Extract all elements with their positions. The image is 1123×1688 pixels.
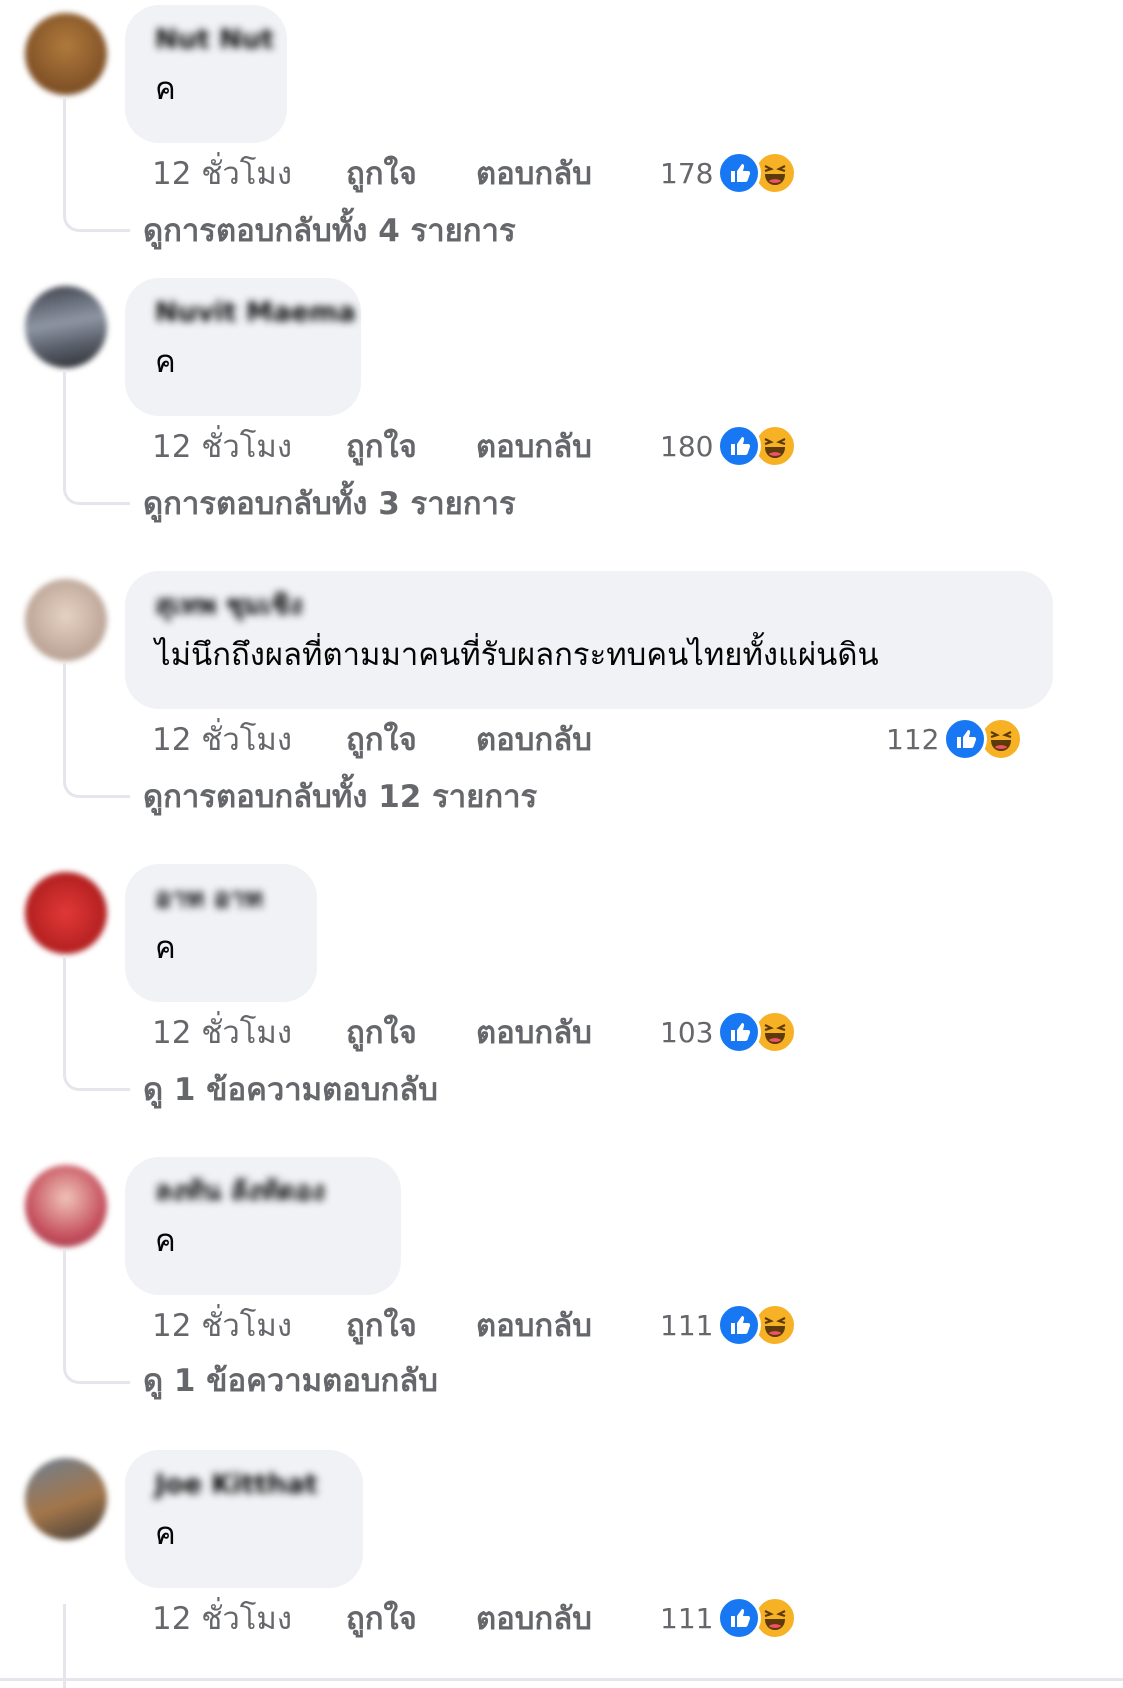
comment-author[interactable]: อาท อาท xyxy=(155,880,289,918)
like-button[interactable]: ถูกใจ xyxy=(346,421,476,471)
thread-connector xyxy=(63,956,130,1091)
like-icon xyxy=(717,1010,762,1054)
reaction-summary[interactable]: 111 xyxy=(660,1303,798,1347)
comment-actions: 12 ชั่วโมง ถูกใจ ตอบกลับ xyxy=(152,153,609,193)
comment-text: ไม่นึกถึงผลที่ตามมาคนที่รับผลกระทบคนไทยท… xyxy=(155,637,879,673)
comment-author[interactable]: ลงทัน ลังทัดอง xyxy=(155,1173,373,1211)
comment-timestamp[interactable]: 12 ชั่วโมง xyxy=(152,1593,346,1643)
comment-author[interactable]: Nuvit Maema xyxy=(155,294,356,332)
reply-button[interactable]: ตอบกลับ xyxy=(476,1593,609,1643)
reaction-count: 111 xyxy=(660,1601,714,1635)
reaction-summary[interactable]: 180 xyxy=(660,424,798,468)
comment-text: ค xyxy=(155,1223,176,1259)
comment-actions: 12 ชั่วโมง ถูกใจ ตอบกลับ xyxy=(152,426,609,466)
reaction-count: 180 xyxy=(660,429,714,463)
comment-bubble: อาท อาท ค xyxy=(125,864,317,1002)
avatar[interactable] xyxy=(25,286,107,368)
reaction-count: 103 xyxy=(660,1015,714,1049)
thread-connector xyxy=(63,1604,66,1688)
reaction-count: 111 xyxy=(660,1308,714,1342)
reaction-count: 178 xyxy=(660,156,714,190)
comment-text: ค xyxy=(155,71,176,107)
reaction-summary[interactable]: 111 xyxy=(660,1596,798,1640)
like-icon xyxy=(717,424,762,468)
comment-actions: 12 ชั่วโมง ถูกใจ ตอบกลับ xyxy=(152,1012,609,1052)
reply-button[interactable]: ตอบกลับ xyxy=(476,421,609,471)
like-button[interactable]: ถูกใจ xyxy=(346,148,476,198)
view-replies-link[interactable]: ดู 1 ข้อความตอบกลับ xyxy=(143,1355,438,1405)
comment-bubble: Joe Kitthat ค xyxy=(125,1450,363,1588)
thread-connector xyxy=(63,370,130,505)
comment-bubble: สุเทพ ชุมเชิง ไม่นึกถึงผลที่ตามมาคนที่รั… xyxy=(125,571,1053,709)
comment-text: ค xyxy=(155,930,176,966)
reply-button[interactable]: ตอบกลับ xyxy=(476,714,609,764)
reply-button[interactable]: ตอบกลับ xyxy=(476,1300,609,1350)
comment-timestamp[interactable]: 12 ชั่วโมง xyxy=(152,1007,346,1057)
avatar[interactable] xyxy=(25,1165,107,1247)
view-replies-link[interactable]: ดู 1 ข้อความตอบกลับ xyxy=(143,1064,438,1114)
comment-timestamp[interactable]: 12 ชั่วโมง xyxy=(152,714,346,764)
like-button[interactable]: ถูกใจ xyxy=(346,1300,476,1350)
comment-bubble: Nut Nut ค xyxy=(125,5,287,143)
avatar[interactable] xyxy=(25,872,107,954)
avatar[interactable] xyxy=(25,1458,107,1540)
view-replies-link[interactable]: ดูการตอบกลับทั้ง 4 รายการ xyxy=(143,205,516,255)
comment-bubble: ลงทัน ลังทัดอง ค xyxy=(125,1157,401,1295)
reaction-summary[interactable]: 178 xyxy=(660,151,798,195)
like-icon xyxy=(717,151,762,195)
thread-connector xyxy=(63,663,130,798)
comment-actions: 12 ชั่วโมง ถูกใจ ตอบกลับ xyxy=(152,1598,609,1638)
like-button[interactable]: ถูกใจ xyxy=(346,1007,476,1057)
comment-timestamp[interactable]: 12 ชั่วโมง xyxy=(152,421,346,471)
thread-connector xyxy=(63,97,130,232)
comment-timestamp[interactable]: 12 ชั่วโมง xyxy=(152,148,346,198)
reply-button[interactable]: ตอบกลับ xyxy=(476,1007,609,1057)
reaction-count: 112 xyxy=(886,722,940,756)
comment-author[interactable]: สุเทพ ชุมเชิง xyxy=(155,587,1025,625)
comment-timestamp[interactable]: 12 ชั่วโมง xyxy=(152,1300,346,1350)
comment-bubble: Nuvit Maema ค xyxy=(125,278,361,416)
reply-button[interactable]: ตอบกลับ xyxy=(476,148,609,198)
like-icon xyxy=(943,717,988,761)
comment-author[interactable]: Nut Nut xyxy=(155,21,274,59)
like-button[interactable]: ถูกใจ xyxy=(346,714,476,764)
comment-actions: 12 ชั่วโมง ถูกใจ ตอบกลับ xyxy=(152,1305,609,1345)
comment-actions: 12 ชั่วโมง ถูกใจ ตอบกลับ xyxy=(152,719,609,759)
view-replies-link[interactable]: ดูการตอบกลับทั้ง 3 รายการ xyxy=(143,478,516,528)
comment-text: ค xyxy=(155,1516,176,1552)
avatar[interactable] xyxy=(25,13,107,95)
reaction-summary[interactable]: 112 xyxy=(886,717,1024,761)
thread-connector xyxy=(63,1249,130,1384)
divider xyxy=(0,1678,1123,1681)
comment-text: ค xyxy=(155,344,176,380)
reaction-summary[interactable]: 103 xyxy=(660,1010,798,1054)
like-button[interactable]: ถูกใจ xyxy=(346,1593,476,1643)
like-icon xyxy=(717,1303,762,1347)
like-icon xyxy=(717,1596,762,1640)
avatar[interactable] xyxy=(25,579,107,661)
view-replies-link[interactable]: ดูการตอบกลับทั้ง 12 รายการ xyxy=(143,771,537,821)
comment-author[interactable]: Joe Kitthat xyxy=(155,1466,335,1504)
